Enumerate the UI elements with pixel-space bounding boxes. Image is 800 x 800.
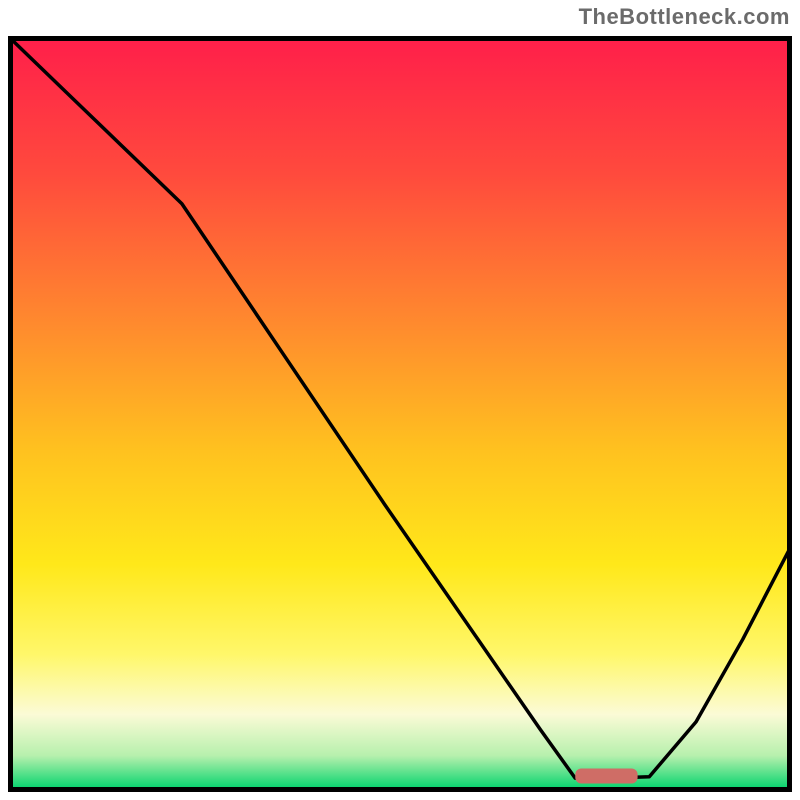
optimal-range-marker bbox=[575, 768, 637, 783]
chart-stage: TheBottleneck.com bbox=[0, 0, 800, 800]
watermark-text: TheBottleneck.com bbox=[579, 4, 790, 30]
plot-frame bbox=[8, 36, 792, 792]
plot-svg bbox=[8, 36, 792, 792]
